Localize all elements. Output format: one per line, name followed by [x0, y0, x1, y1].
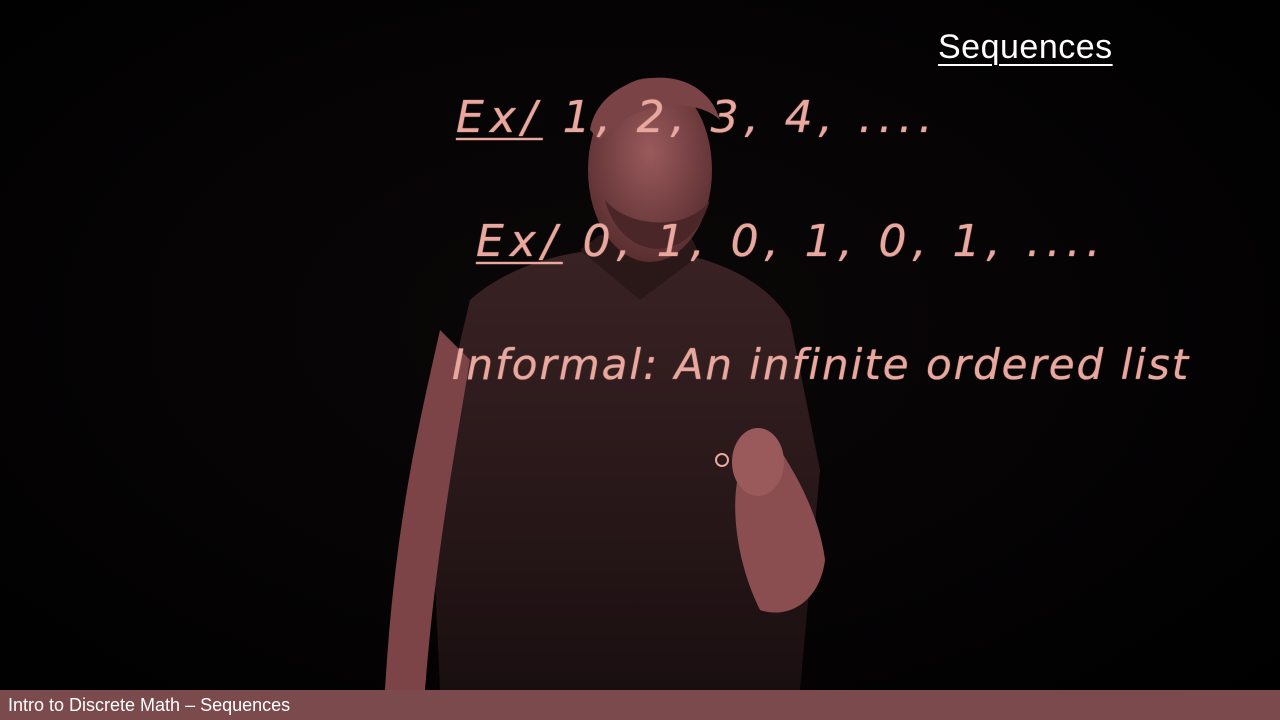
example-2-line: Ex/ 0, 1, 0, 1, 0, 1, .... [476, 216, 1106, 267]
footer-caption: Intro to Discrete Math – Sequences [8, 695, 291, 715]
informal-definition-line: Informal: An infinite ordered list [452, 340, 1190, 389]
informal-definition: An infinite ordered list [674, 340, 1191, 389]
example-2-sequence: 0, 1, 0, 1, 0, 1, .... [582, 216, 1107, 267]
example-1-sequence: 1, 2, 3, 4, .... [562, 92, 939, 143]
lecture-slide: Sequences Ex/ 1, 2, 3, 4, .... Ex/ 0, 1,… [0, 0, 1280, 720]
hand-shape [732, 428, 784, 496]
footer-bar: Intro to Discrete Math – Sequences [0, 690, 1280, 720]
slide-title: Sequences [938, 28, 1113, 66]
example-1-tag: Ex/ [456, 92, 543, 143]
informal-label: Informal: [452, 340, 660, 389]
example-2-tag: Ex/ [476, 216, 563, 267]
example-1-line: Ex/ 1, 2, 3, 4, .... [456, 92, 938, 143]
